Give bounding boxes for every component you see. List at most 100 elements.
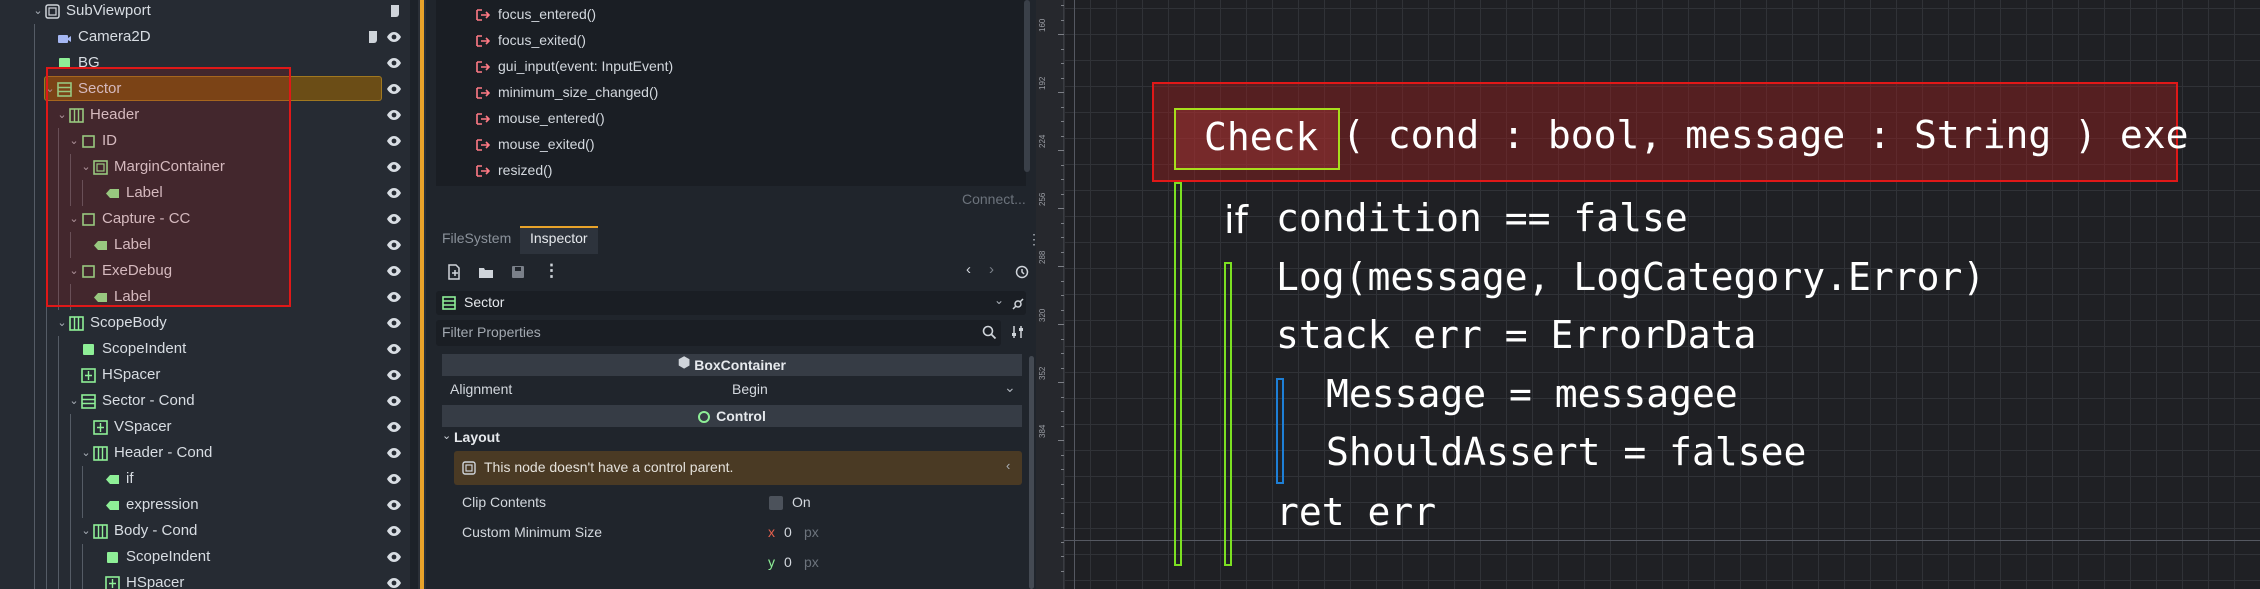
custom-min-size-property: Custom Minimum Size x 0 px y 0 px: [442, 520, 1022, 570]
script-icon[interactable]: [366, 30, 380, 44]
tree-row[interactable]: ⌄ ScopeBody: [0, 310, 410, 336]
min-size-x-field[interactable]: x 0 px: [768, 520, 1018, 546]
open-folder-icon[interactable]: [478, 264, 494, 280]
history-back-icon[interactable]: ‹: [966, 261, 982, 278]
expand-arrow-icon[interactable]: ⌄: [68, 394, 80, 407]
visibility-eye-icon[interactable]: [386, 29, 402, 45]
visibility-eye-icon[interactable]: [386, 107, 402, 123]
origin-guide-vertical: [1074, 0, 1075, 589]
connect-button[interactable]: Connect...: [962, 191, 1026, 207]
ruler-minor-tick: [1061, 527, 1064, 528]
visibility-eye-icon[interactable]: [386, 523, 402, 539]
signal-row[interactable]: focus_entered(): [436, 2, 1021, 28]
vboxcontainer-icon: [81, 394, 96, 409]
visibility-eye-icon[interactable]: [386, 315, 402, 331]
ruler-minor-tick: [1061, 483, 1064, 485]
stack-line: stack err = ErrorData: [1276, 313, 1757, 357]
visibility-eye-icon[interactable]: [386, 211, 402, 227]
signal-row[interactable]: focus_exited(): [436, 28, 1021, 54]
section-boxcontainer-label: BoxContainer: [694, 357, 787, 373]
visibility-eye-icon[interactable]: [386, 549, 402, 565]
layout-group-label: Layout: [454, 429, 500, 445]
signal-row[interactable]: minimum_size_changed(): [436, 80, 1021, 106]
visibility-eye-icon[interactable]: [386, 575, 402, 589]
tree-row[interactable]: ScopeIndent: [0, 336, 410, 362]
new-resource-icon[interactable]: [446, 264, 462, 280]
tree-row[interactable]: ⌄ Sector - Cond: [0, 388, 410, 414]
signal-row[interactable]: gui_input(event: InputEvent): [436, 54, 1021, 80]
selected-node-field[interactable]: Sector ⌄: [436, 291, 1026, 315]
inspector-scrollbar[interactable]: [1029, 356, 1034, 589]
chevron-left-icon[interactable]: ‹: [1006, 458, 1010, 473]
visibility-eye-icon[interactable]: [386, 393, 402, 409]
save-icon[interactable]: [510, 264, 526, 280]
signal-row[interactable]: resized(): [436, 158, 1021, 184]
visibility-eye-icon[interactable]: [386, 367, 402, 383]
canvas-viewport[interactable]: 160 192 224 256 288 320 352 384 Check ( cond : …: [1036, 0, 2260, 589]
tree-row[interactable]: expression: [0, 492, 410, 518]
dock-menu-icon[interactable]: ⋮: [1027, 231, 1036, 248]
visibility-eye-icon[interactable]: [386, 263, 402, 279]
visibility-eye-icon[interactable]: [386, 81, 402, 97]
min-x-unit: px: [804, 524, 819, 540]
visibility-eye-icon[interactable]: [386, 497, 402, 513]
signal-row[interactable]: mouse_entered(): [436, 106, 1021, 132]
tree-row[interactable]: if: [0, 466, 410, 492]
more-options-icon[interactable]: ⋮: [543, 261, 560, 280]
min-y-unit: px: [804, 554, 819, 570]
expand-arrow-icon[interactable]: ⌄: [80, 446, 92, 459]
ruler-label: 288: [1038, 250, 1047, 264]
clip-contents-checkbox[interactable]: [769, 496, 783, 510]
object-history-icon[interactable]: [1014, 264, 1030, 280]
layout-group[interactable]: ⌄ Layout: [442, 429, 1022, 449]
min-size-y-field[interactable]: y 0 px: [768, 550, 1018, 576]
tree-row[interactable]: HSpacer: [0, 362, 410, 388]
tree-row[interactable]: Camera2D: [0, 24, 410, 50]
expand-arrow-icon[interactable]: ⌄: [32, 4, 44, 17]
tree-row[interactable]: ⌄ Body - Cond: [0, 518, 410, 544]
filter-properties-input[interactable]: Filter Properties: [436, 320, 1001, 346]
visibility-eye-icon[interactable]: [386, 289, 402, 305]
visibility-eye-icon[interactable]: [386, 159, 402, 175]
tree-row[interactable]: HSpacer: [0, 570, 410, 589]
property-options-icon[interactable]: [1010, 324, 1026, 340]
visibility-eye-icon[interactable]: [386, 237, 402, 253]
panel-splitter[interactable]: [418, 0, 426, 589]
expand-arrow-icon[interactable]: ⌄: [56, 316, 68, 329]
section-control[interactable]: Control: [442, 405, 1022, 427]
node-settings-icon[interactable]: [1010, 296, 1026, 312]
signal-label: resized(): [498, 162, 553, 178]
alignment-property: Alignment Begin ⌄: [442, 377, 1022, 403]
visibility-eye-icon[interactable]: [386, 185, 402, 201]
tab-filesystem[interactable]: FileSystem: [442, 230, 511, 246]
visibility-eye-icon[interactable]: [386, 471, 402, 487]
signal-label: focus_entered(): [498, 6, 597, 22]
tree-row-label: Header - Cond: [114, 444, 213, 461]
visibility-eye-icon[interactable]: [386, 419, 402, 435]
tree-row[interactable]: ⌄ Header - Cond: [0, 440, 410, 466]
script-icon[interactable]: [388, 4, 402, 18]
control-warning-icon: [462, 461, 476, 475]
alignment-dropdown[interactable]: Begin ⌄: [732, 377, 1020, 403]
chevron-down-icon[interactable]: ⌄: [994, 293, 1004, 307]
tree-highlight-box: [46, 67, 291, 307]
section-boxcontainer[interactable]: ⬢ BoxContainer: [442, 354, 1022, 376]
tab-inspector[interactable]: Inspector: [530, 230, 588, 246]
splitter-bar[interactable]: [420, 0, 424, 589]
tree-row[interactable]: ⌄ SubViewport: [0, 0, 410, 24]
tree-row-label: if: [126, 470, 134, 487]
signal-label: minimum_size_changed(): [498, 84, 659, 100]
tree-row[interactable]: VSpacer: [0, 414, 410, 440]
visibility-eye-icon[interactable]: [386, 55, 402, 71]
custom-min-size-label: Custom Minimum Size: [462, 524, 603, 540]
ruler-minor-tick: [1061, 440, 1064, 441]
signal-row[interactable]: mouse_exited(): [436, 132, 1021, 158]
visibility-eye-icon[interactable]: [386, 445, 402, 461]
expand-arrow-icon[interactable]: ⌄: [80, 524, 92, 537]
visibility-eye-icon[interactable]: [386, 133, 402, 149]
signals-scrollbar[interactable]: [1024, 0, 1030, 172]
tree-guide-line: [58, 440, 59, 466]
tree-row[interactable]: ScopeIndent: [0, 544, 410, 570]
visibility-eye-icon[interactable]: [386, 341, 402, 357]
history-forward-icon[interactable]: ›: [989, 261, 1005, 278]
